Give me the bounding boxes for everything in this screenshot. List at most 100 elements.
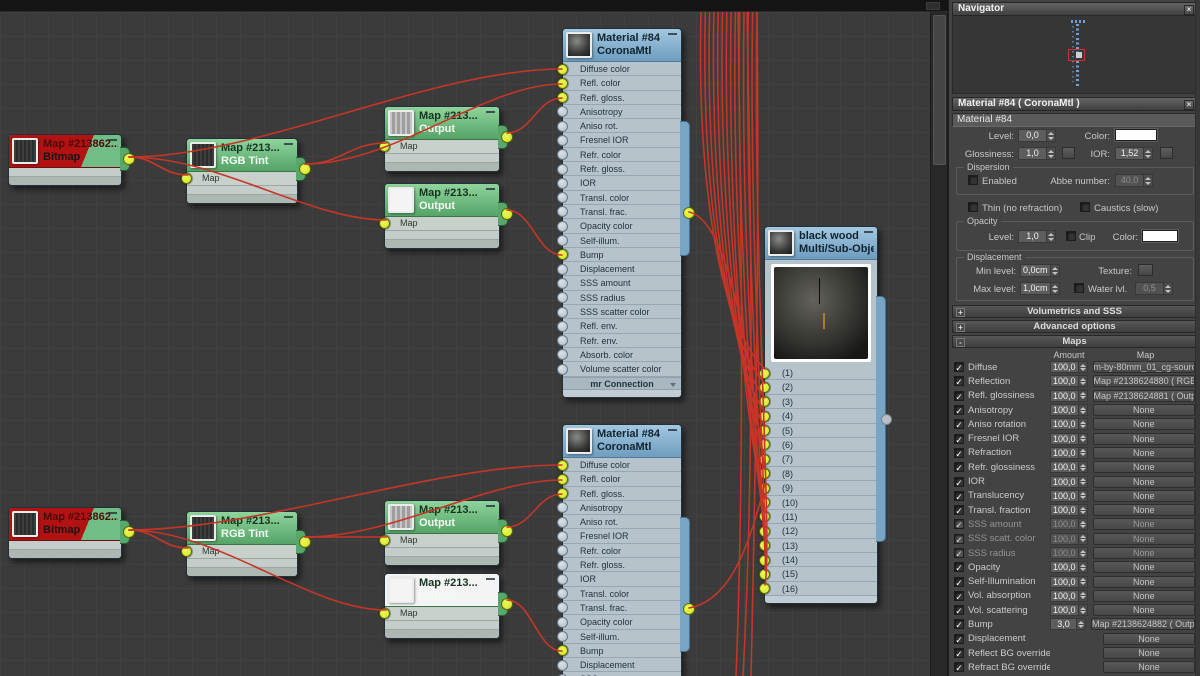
map-input-slot[interactable]: Map [379, 607, 499, 621]
node-slot[interactable]: Transl. frac. [557, 600, 681, 616]
map-enable-checkbox[interactable]: ✓ [954, 590, 964, 602]
node-header[interactable]: Map #213... RGB Tint [187, 512, 297, 545]
input-socket[interactable] [181, 546, 192, 557]
input-socket[interactable] [759, 425, 770, 437]
node-slot[interactable]: Displacement [557, 658, 681, 673]
input-socket[interactable] [557, 177, 568, 189]
node-header[interactable]: black woodMulti/Sub-Object [765, 227, 877, 260]
water-spinner[interactable]: 0,5 [1135, 282, 1173, 295]
node-slot[interactable]: (8) [759, 466, 877, 482]
input-socket[interactable] [557, 320, 568, 332]
opacity-color-swatch[interactable] [1142, 230, 1178, 242]
node-output[interactable]: Map #213... Output Map [379, 573, 513, 639]
map-enable-checkbox[interactable]: ✓ [954, 576, 964, 588]
map-button[interactable]: None [1103, 632, 1195, 645]
input-socket[interactable] [557, 120, 568, 132]
node-slot[interactable]: Refr. color [557, 147, 681, 163]
abbe-spinner[interactable]: 40,0 [1115, 174, 1153, 187]
node-slot[interactable]: Fresnel IOR [557, 529, 681, 544]
minimap-view-rectangle[interactable] [1068, 49, 1085, 61]
node-slot[interactable]: (7) [759, 452, 877, 467]
node-slot[interactable]: Refr. env. [557, 333, 681, 348]
map-button[interactable]: None [1092, 532, 1195, 545]
map-button[interactable]: None [1092, 575, 1195, 588]
close-icon[interactable]: × [1184, 4, 1194, 15]
node-slot[interactable]: Self-illum. [557, 629, 681, 644]
map-enable-checkbox[interactable]: ✓ [954, 605, 964, 616]
map-button[interactable]: None [1092, 504, 1195, 517]
node-slot[interactable]: IOR [557, 176, 681, 191]
input-socket[interactable] [557, 277, 568, 289]
amount-spinner[interactable]: 100,0 [1050, 504, 1088, 517]
input-socket[interactable] [379, 535, 390, 546]
input-socket[interactable] [759, 468, 770, 480]
material-name-field[interactable]: Material #84 [952, 113, 1197, 127]
map-enable-checkbox[interactable]: ✓ [954, 648, 964, 659]
amount-spinner[interactable]: 100,0 [1050, 375, 1088, 388]
node-slot[interactable]: (14) [759, 553, 877, 568]
output-socket[interactable] [501, 525, 513, 537]
input-socket[interactable] [557, 249, 568, 261]
map-enable-checkbox[interactable]: ✓ [954, 476, 964, 488]
scrollbar-thumb[interactable] [933, 15, 946, 165]
collapse-icon[interactable] [486, 505, 495, 510]
input-socket[interactable] [759, 554, 770, 566]
node-slot[interactable]: (10) [759, 495, 877, 510]
input-socket[interactable] [557, 602, 568, 614]
input-socket[interactable] [557, 545, 568, 557]
window-button[interactable] [926, 2, 940, 10]
node-slot[interactable]: (16) [759, 581, 877, 597]
node-slot[interactable]: (3) [759, 394, 877, 410]
input-socket[interactable] [557, 363, 568, 375]
material-panel-header[interactable]: Material #84 ( CoronaMtl ) × [952, 97, 1197, 111]
map-enable-checkbox[interactable]: ✓ [954, 362, 964, 373]
map-button[interactable]: None [1092, 432, 1195, 445]
input-socket[interactable] [557, 516, 568, 528]
node-header[interactable]: Map #213... Output [385, 501, 499, 534]
map-enable-checkbox[interactable]: ✓ [954, 505, 964, 516]
node-slot[interactable]: (2) [759, 380, 877, 395]
node-view-canvas[interactable]: black woodMulti/Sub-Object (1)(2)(3)(4)(… [0, 12, 930, 676]
output-socket[interactable] [501, 131, 513, 143]
input-socket[interactable] [557, 659, 568, 671]
input-socket[interactable] [557, 559, 568, 571]
input-socket[interactable] [557, 488, 568, 500]
node-output[interactable]: Map #213... Output Map [379, 183, 513, 249]
glossiness-spinner[interactable]: 1,0 [1018, 147, 1056, 160]
node-output[interactable]: Map #213... Output Map [379, 500, 513, 566]
node-coronamtl[interactable]: Material #84 CoronaMtl Diffuse color Refl.… [557, 424, 695, 676]
collapse-icon[interactable] [108, 512, 117, 517]
map-input-slot[interactable]: Map [379, 140, 499, 154]
node-header[interactable]: Material #84 CoronaMtl [563, 425, 681, 458]
caustics-checkbox[interactable]: ✓ [1080, 202, 1090, 212]
collapse-icon[interactable] [486, 111, 495, 116]
input-socket[interactable] [557, 163, 568, 175]
node-slot[interactable]: (4) [759, 409, 877, 424]
node-slot[interactable]: Diffuse color [557, 458, 681, 473]
input-socket[interactable] [759, 439, 770, 451]
input-socket[interactable] [557, 573, 568, 585]
node-view-scrollbar[interactable] [930, 12, 948, 676]
node-slot[interactable]: Refr. gloss. [557, 558, 681, 573]
node-header[interactable]: Map #213... Output [385, 107, 499, 140]
node-header[interactable]: Map #213862... Bitmap [9, 135, 121, 168]
ior-spinner[interactable]: 1,52 [1115, 147, 1153, 160]
amount-spinner[interactable]: 100,0 [1050, 361, 1088, 374]
input-socket[interactable] [557, 77, 568, 89]
map-enable-checkbox[interactable]: ✓ [954, 519, 964, 530]
input-socket[interactable] [557, 263, 568, 275]
amount-spinner[interactable]: 100,0 [1050, 604, 1088, 617]
input-socket[interactable] [557, 335, 568, 347]
expand-collapse-icon[interactable]: + [956, 307, 965, 317]
map-enable-checkbox[interactable]: ✓ [954, 447, 964, 459]
collapse-icon[interactable] [864, 231, 873, 236]
input-socket[interactable] [181, 173, 192, 184]
map-enable-checkbox[interactable]: ✓ [954, 619, 964, 630]
map-button[interactable]: None [1103, 661, 1195, 674]
input-socket[interactable] [557, 63, 568, 75]
node-slot[interactable]: Opacity color [557, 219, 681, 234]
node-slot[interactable]: IOR [557, 572, 681, 587]
map-button[interactable]: None [1092, 589, 1195, 602]
amount-spinner[interactable]: 100,0 [1050, 446, 1088, 459]
input-socket[interactable] [557, 134, 568, 146]
